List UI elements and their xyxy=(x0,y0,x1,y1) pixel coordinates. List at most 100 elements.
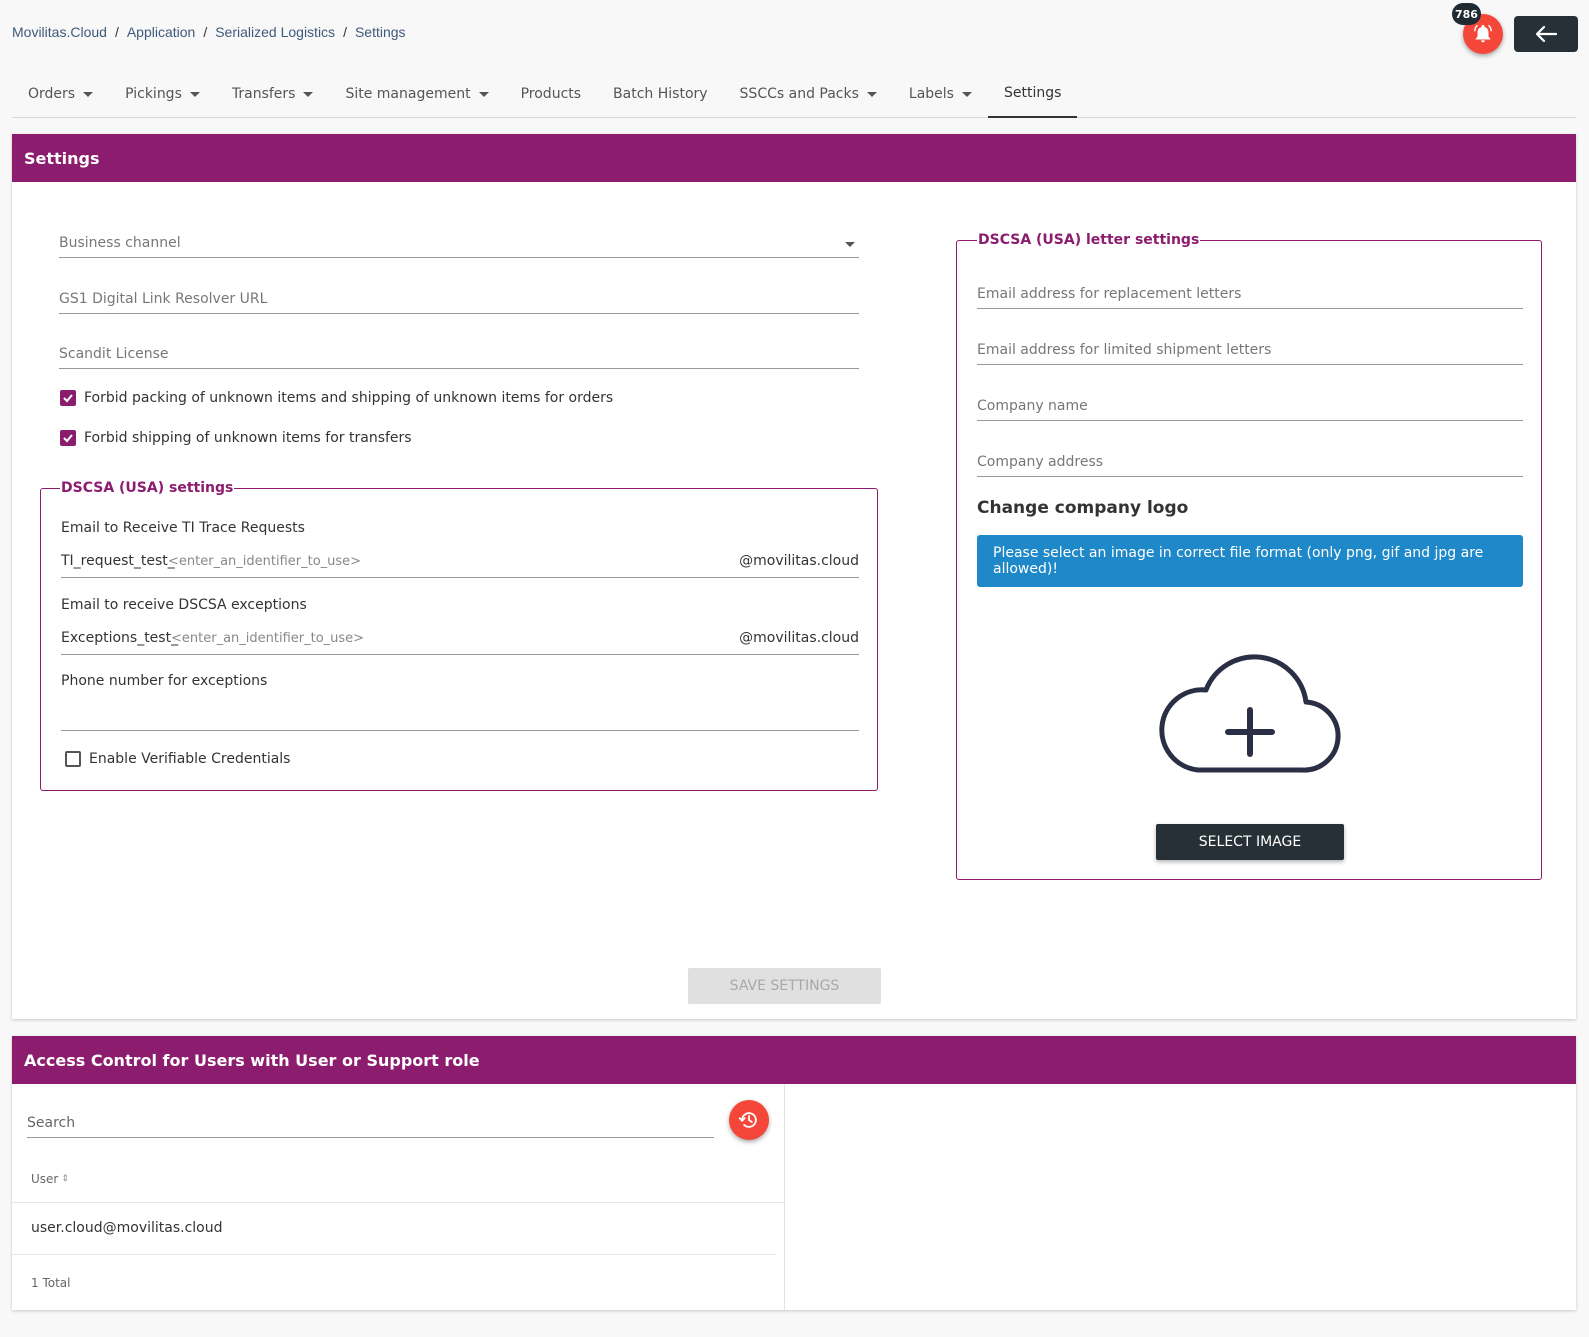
scandit-license-label: Scandit License xyxy=(59,346,169,362)
user-column-label: User xyxy=(31,1172,59,1186)
search-placeholder: Search xyxy=(27,1115,76,1131)
checkbox-checked[interactable] xyxy=(60,430,76,446)
dscsa-exceptions-email-suffix: @movilitas.cloud xyxy=(739,630,859,646)
tab-label: Site management xyxy=(345,86,471,102)
tab-label: Labels xyxy=(908,86,954,102)
forbid-packing-label: Forbid packing of unknown items and ship… xyxy=(84,390,614,406)
company-address-label: Company address xyxy=(977,454,1104,470)
change-logo-heading: Change company logo xyxy=(977,498,1189,518)
dscsa-letter-settings-legend: DSCSA (USA) letter settings xyxy=(977,232,1201,248)
phone-exceptions-input[interactable] xyxy=(61,701,859,731)
tab-label: Batch History xyxy=(613,86,708,102)
tab-labels[interactable]: Labels xyxy=(893,70,988,118)
user-column-header[interactable]: User ⇕ xyxy=(31,1172,69,1186)
history-button[interactable] xyxy=(729,1100,769,1140)
tab-label: Orders xyxy=(28,86,76,102)
breadcrumb-serialized-logistics[interactable]: Serialized Logistics xyxy=(215,24,335,40)
save-settings-button[interactable]: SAVE SETTINGS xyxy=(688,968,881,1004)
chevron-down-icon xyxy=(189,91,200,97)
tab-ssccs-and-packs[interactable]: SSCCs and Packs xyxy=(724,70,893,118)
ti-trace-email-underline xyxy=(61,577,859,578)
access-control-card: Access Control for Users with User or Su… xyxy=(12,1036,1576,1310)
ti-trace-email-input[interactable]: TI_request_test_ <enter_an_identifier_to… xyxy=(61,553,859,577)
tab-orders[interactable]: Orders xyxy=(12,70,109,118)
tab-transfers[interactable]: Transfers xyxy=(216,70,330,118)
forbid-shipping-checkbox[interactable]: Forbid shipping of unknown items for tra… xyxy=(60,430,412,446)
chevron-down-icon xyxy=(866,91,877,97)
main-nav: Orders Pickings Transfers Site managemen… xyxy=(12,70,1576,118)
tab-settings[interactable]: Settings xyxy=(987,70,1078,118)
notification-count-badge: 786 xyxy=(1452,3,1481,25)
verifiable-credentials-checkbox[interactable]: Enable Verifiable Credentials xyxy=(65,751,290,767)
breadcrumb-movilitas-cloud[interactable]: Movilitas.Cloud xyxy=(12,24,107,40)
user-email-cell: user.cloud@movilitas.cloud xyxy=(31,1220,223,1236)
business-channel-label: Business channel xyxy=(59,235,181,251)
back-button[interactable] xyxy=(1514,16,1578,52)
replacement-letters-email-input[interactable]: Email address for replacement letters xyxy=(977,273,1523,309)
access-table-panel: Search User ⇕ user.cloud@movilitas.cloud… xyxy=(12,1084,785,1310)
table-row[interactable]: user.cloud@movilitas.cloud xyxy=(12,1203,776,1255)
forbid-packing-checkbox[interactable]: Forbid packing of unknown items and ship… xyxy=(60,390,613,406)
forbid-shipping-label: Forbid shipping of unknown items for tra… xyxy=(84,430,412,446)
chevron-down-icon xyxy=(961,91,972,97)
tab-label: Products xyxy=(520,86,582,102)
top-bar: Movilitas.Cloud / Application / Serializ… xyxy=(0,0,1589,64)
company-address-input[interactable]: Company address xyxy=(977,441,1523,477)
dscsa-settings-legend: DSCSA (USA) settings xyxy=(60,480,235,496)
settings-card: Settings Business channel GS1 Digital Li… xyxy=(12,134,1576,1019)
tab-pickings[interactable]: Pickings xyxy=(109,70,216,118)
check-icon xyxy=(63,394,73,403)
dscsa-letter-settings-group: DSCSA (USA) letter settings Email addres… xyxy=(956,232,1542,880)
ti-trace-email-prefix: TI_request_test_ xyxy=(61,553,175,569)
chevron-down-icon xyxy=(83,91,94,97)
search-input[interactable]: Search xyxy=(27,1102,714,1138)
company-name-label: Company name xyxy=(977,398,1088,414)
chevron-down-icon xyxy=(303,91,314,97)
upload-dropzone[interactable] xyxy=(1150,646,1350,776)
dscsa-exceptions-email-placeholder: <enter_an_identifier_to_use> xyxy=(171,631,365,646)
chevron-down-icon xyxy=(845,242,855,247)
ti-trace-email-suffix: @movilitas.cloud xyxy=(739,553,859,569)
replacement-letters-email-label: Email address for replacement letters xyxy=(977,286,1242,302)
tab-label: Settings xyxy=(1003,85,1062,101)
breadcrumb-separator: / xyxy=(203,24,208,40)
table-total: 1 Total xyxy=(31,1276,71,1290)
tab-label: Pickings xyxy=(125,86,182,102)
arrow-left-icon xyxy=(1535,25,1558,43)
dscsa-settings-group: DSCSA (USA) settings Email to Receive TI… xyxy=(40,480,878,791)
limited-shipment-email-input[interactable]: Email address for limited shipment lette… xyxy=(977,329,1523,365)
phone-exceptions-label: Phone number for exceptions xyxy=(61,673,268,689)
sort-icon: ⇕ xyxy=(61,1173,69,1184)
tab-products[interactable]: Products xyxy=(505,70,597,118)
tab-label: Transfers xyxy=(231,86,296,102)
business-channel-select[interactable]: Business channel xyxy=(59,222,859,258)
ti-trace-email-placeholder: <enter_an_identifier_to_use> xyxy=(168,554,362,569)
tab-label: SSCCs and Packs xyxy=(739,86,859,102)
settings-title: Settings xyxy=(12,134,1576,182)
select-image-button[interactable]: SELECT IMAGE xyxy=(1156,824,1344,860)
cloud-upload-icon xyxy=(1159,654,1341,773)
gs1-resolver-url-input[interactable]: GS1 Digital Link Resolver URL xyxy=(59,278,859,314)
dscsa-exceptions-email-input[interactable]: Exceptions_test_ <enter_an_identifier_to… xyxy=(61,630,859,654)
breadcrumb-separator: / xyxy=(114,24,119,40)
ti-trace-email-label: Email to Receive TI Trace Requests xyxy=(61,520,305,536)
scandit-license-input[interactable]: Scandit License xyxy=(59,333,859,369)
company-name-input[interactable]: Company name xyxy=(977,385,1523,421)
tab-site-management[interactable]: Site management xyxy=(329,70,504,118)
dscsa-exceptions-email-underline xyxy=(61,654,859,655)
file-format-info-text: Please select an image in correct file f… xyxy=(993,545,1484,577)
tab-batch-history[interactable]: Batch History xyxy=(597,70,724,118)
breadcrumb-settings[interactable]: Settings xyxy=(355,24,406,40)
chevron-down-icon xyxy=(478,91,489,97)
access-control-title: Access Control for Users with User or Su… xyxy=(12,1036,1576,1084)
checkbox-unchecked[interactable] xyxy=(65,751,81,767)
check-icon xyxy=(63,434,73,443)
history-icon xyxy=(738,1112,757,1128)
dscsa-exceptions-email-prefix: Exceptions_test_ xyxy=(61,630,179,646)
breadcrumb: Movilitas.Cloud / Application / Serializ… xyxy=(12,24,406,40)
checkbox-checked[interactable] xyxy=(60,390,76,406)
gs1-resolver-url-label: GS1 Digital Link Resolver URL xyxy=(59,291,268,307)
dscsa-exceptions-email-label: Email to receive DSCSA exceptions xyxy=(61,597,307,613)
breadcrumb-application[interactable]: Application xyxy=(127,24,196,40)
breadcrumb-separator: / xyxy=(343,24,347,40)
